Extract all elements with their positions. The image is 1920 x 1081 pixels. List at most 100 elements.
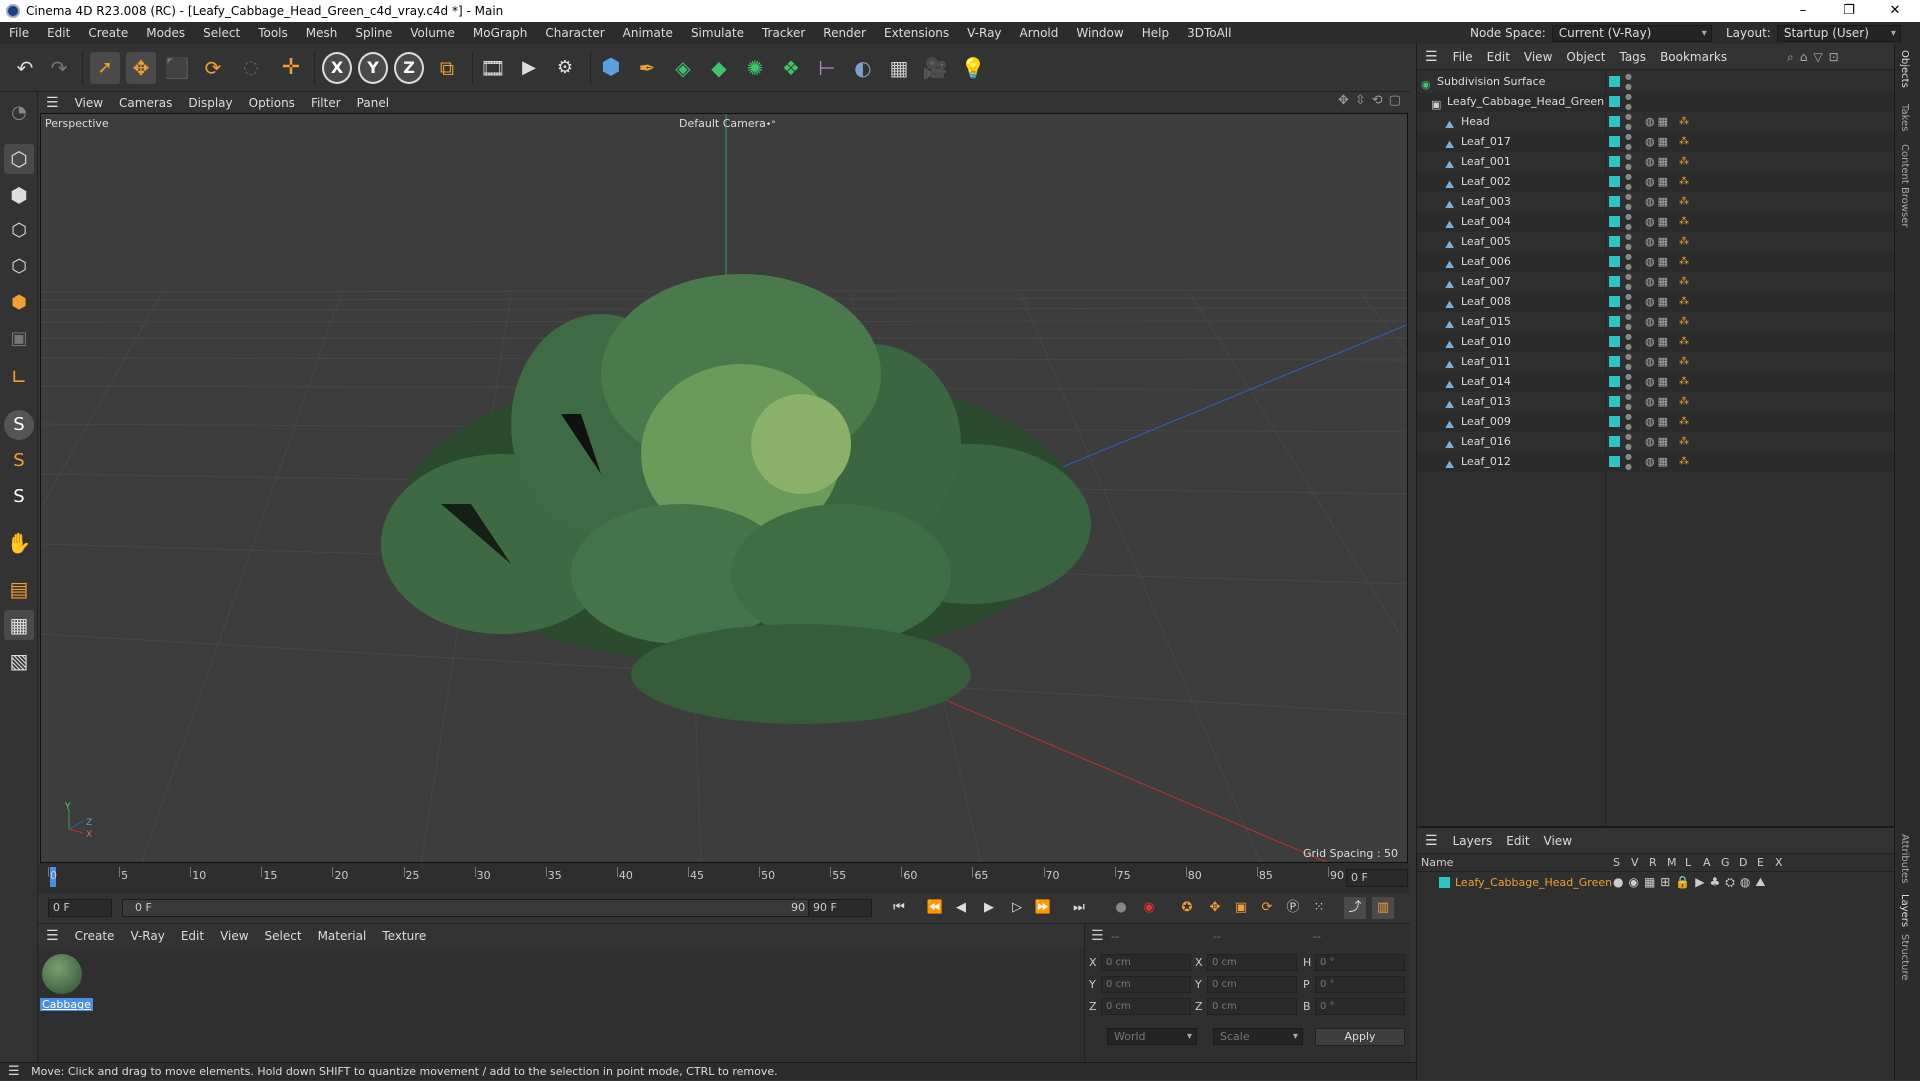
axis-mode-icon[interactable]: ∟ <box>4 362 34 392</box>
material-tags-icon[interactable]: ◍▦ <box>1645 292 1671 312</box>
menu-render[interactable]: Render <box>814 22 875 44</box>
object-name[interactable]: Leaf_003 <box>1461 192 1511 212</box>
visibility-toggle-icon[interactable] <box>1609 76 1620 87</box>
object-name[interactable]: Leaf_005 <box>1461 232 1511 252</box>
material-tags-icon[interactable]: ◍▦ <box>1645 192 1671 212</box>
object-row-leaf-010[interactable]: ⛰ Leaf_010 ● ● ◍▦ ⁂ <box>1417 332 1895 352</box>
motion-mode-icon[interactable]: ⤴ <box>1344 897 1366 919</box>
editor-render-dots-icon[interactable]: ● ● <box>1625 332 1632 352</box>
visibility-toggle-icon[interactable] <box>1609 156 1620 167</box>
material-tags-icon[interactable]: ◍▦ <box>1645 232 1671 252</box>
object-hamburger-icon[interactable]: ☰ <box>1417 49 1446 65</box>
snap-settings-icon[interactable]: S <box>4 446 34 476</box>
uv-mode-icon[interactable]: ▣ <box>4 324 34 354</box>
maximize-button[interactable]: ❐ <box>1826 0 1872 22</box>
layout-dropdown[interactable]: Startup (User) <box>1776 24 1901 42</box>
menu-window[interactable]: Window <box>1067 22 1132 44</box>
object-name[interactable]: Leaf_009 <box>1461 412 1511 432</box>
material-tags-icon[interactable]: ◍▦ <box>1645 452 1671 472</box>
material-menu-select[interactable]: Select <box>257 929 310 943</box>
subdivision-generator-icon[interactable]: ◈ <box>668 52 698 84</box>
vray-tag-icon[interactable]: ⁂ <box>1679 372 1689 392</box>
vray-tag-icon[interactable]: ⁂ <box>1679 332 1689 352</box>
vray-tag-icon[interactable]: ⁂ <box>1679 412 1689 432</box>
visibility-toggle-icon[interactable] <box>1609 336 1620 347</box>
material-tags-icon[interactable]: ◍▦ <box>1645 432 1671 452</box>
side-tab-takes[interactable]: Takes <box>1899 104 1910 131</box>
apply-button[interactable]: Apply <box>1315 1028 1405 1046</box>
timeline-icon[interactable]: ▥ <box>1372 897 1394 919</box>
viewport-menu-filter[interactable]: Filter <box>303 96 349 110</box>
editor-render-dots-icon[interactable]: ● ● <box>1625 152 1632 172</box>
material-tags-icon[interactable]: ◍▦ <box>1645 252 1671 272</box>
object-name[interactable]: Leaf_010 <box>1461 332 1511 352</box>
coord-size-field[interactable]: 0 cm <box>1207 998 1297 1015</box>
transform-icon[interactable]: ✛ <box>276 52 306 84</box>
layer-hamburger-icon[interactable]: ☰ <box>1417 833 1446 849</box>
menu-extensions[interactable]: Extensions <box>875 22 958 44</box>
menu-tools[interactable]: Tools <box>249 22 297 44</box>
layer-column-a[interactable]: A <box>1703 856 1711 869</box>
object-row-leaf-004[interactable]: ⛰ Leaf_004 ● ● ◍▦ ⁂ <box>1417 212 1895 232</box>
vray-tag-icon[interactable]: ⁂ <box>1679 232 1689 252</box>
layer-menu-edit[interactable]: Edit <box>1499 834 1536 848</box>
object-menu-object[interactable]: Object <box>1559 50 1612 64</box>
next-key-icon[interactable]: ⏩ <box>1032 897 1054 919</box>
object-row-leaf-003[interactable]: ⛰ Leaf_003 ● ● ◍▦ ⁂ <box>1417 192 1895 212</box>
viewport-menu-cameras[interactable]: Cameras <box>111 96 180 110</box>
vray-tag-icon[interactable]: ⁂ <box>1679 392 1689 412</box>
select-arrow-icon[interactable]: ➚ <box>90 52 120 84</box>
minimize-button[interactable]: – <box>1780 0 1826 22</box>
render-settings-icon[interactable]: ⚙ <box>550 52 580 84</box>
coord-rot-field[interactable]: 0 ° <box>1315 976 1405 993</box>
object-name[interactable]: Leaf_001 <box>1461 152 1511 172</box>
editor-render-dots-icon[interactable]: ● ● <box>1625 312 1632 332</box>
texture-mode-icon[interactable]: ⬢ <box>4 180 34 210</box>
x-axis-lock-icon[interactable]: X <box>322 52 352 84</box>
material-tags-icon[interactable]: ◍▦ <box>1645 332 1671 352</box>
visibility-toggle-icon[interactable] <box>1609 396 1620 407</box>
object-row-leaf-008[interactable]: ⛰ Leaf_008 ● ● ◍▦ ⁂ <box>1417 292 1895 312</box>
visibility-toggle-icon[interactable] <box>1609 316 1620 327</box>
layer-column-d[interactable]: D <box>1739 856 1747 869</box>
layer-menu-layers[interactable]: Layers <box>1446 834 1500 848</box>
material-tags-icon[interactable]: ◍▦ <box>1645 312 1671 332</box>
node-space-dropdown[interactable]: Current (V-Ray) <box>1551 24 1712 42</box>
coord-size-field[interactable]: 0 cm <box>1207 976 1297 993</box>
vray-tag-icon[interactable]: ⁂ <box>1679 352 1689 372</box>
editor-render-dots-icon[interactable]: ● ● <box>1625 432 1632 452</box>
material-tags-icon[interactable]: ◍▦ <box>1645 112 1671 132</box>
z-axis-lock-icon[interactable]: Z <box>394 52 424 84</box>
visibility-toggle-icon[interactable] <box>1609 436 1620 447</box>
visibility-toggle-icon[interactable] <box>1609 256 1620 267</box>
previous-key-icon[interactable]: ⏪ <box>924 897 946 919</box>
object-name[interactable]: Subdivision Surface <box>1437 72 1545 92</box>
layer-column-l[interactable]: L <box>1685 856 1691 869</box>
viewport-menu-view[interactable]: View <box>67 96 111 110</box>
object-search-filter-icons[interactable]: ⌕⌂▽⊡ <box>1787 50 1845 65</box>
visibility-toggle-icon[interactable] <box>1609 236 1620 247</box>
menu-character[interactable]: Character <box>536 22 613 44</box>
menu-3dtoall[interactable]: 3DToAll <box>1178 22 1240 44</box>
menu-modes[interactable]: Modes <box>137 22 194 44</box>
menu-volume[interactable]: Volume <box>401 22 464 44</box>
side-tab-objects[interactable]: Objects <box>1899 50 1910 88</box>
menu-vray[interactable]: V-Ray <box>958 22 1010 44</box>
menu-select[interactable]: Select <box>194 22 249 44</box>
current-frame-field[interactable]: 0 F <box>1346 869 1408 887</box>
editor-render-dots-icon[interactable]: ● ● <box>1625 392 1632 412</box>
object-name[interactable]: Leaf_014 <box>1461 372 1511 392</box>
tweak-mode-icon[interactable]: ✋ <box>4 528 34 558</box>
layer-column-v[interactable]: V <box>1631 856 1639 869</box>
editor-render-dots-icon[interactable]: ● ● <box>1625 412 1632 432</box>
redo-icon[interactable]: ↷ <box>44 52 74 84</box>
menu-arnold[interactable]: Arnold <box>1011 22 1068 44</box>
object-menu-tags[interactable]: Tags <box>1612 50 1653 64</box>
vray-tag-icon[interactable]: ⁂ <box>1679 152 1689 172</box>
side-tab-content-browser[interactable]: Content Browser <box>1899 144 1910 227</box>
object-name[interactable]: Leaf_007 <box>1461 272 1511 292</box>
object-menu-edit[interactable]: Edit <box>1480 50 1517 64</box>
side-tab-structure[interactable]: Structure <box>1899 934 1910 981</box>
render-view-icon[interactable]: 🎞 <box>478 52 508 84</box>
menu-file[interactable]: File <box>0 22 38 44</box>
